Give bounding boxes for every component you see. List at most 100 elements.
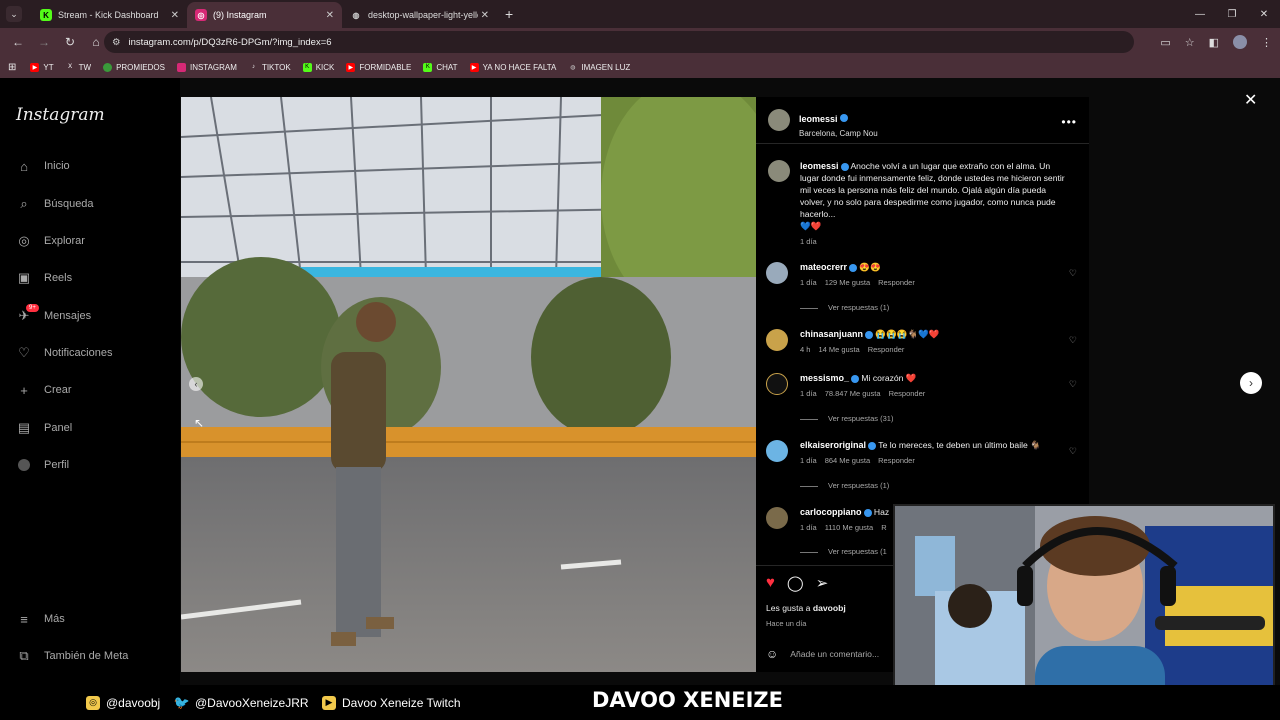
view-replies-button[interactable]: Ver respuestas (1) — [800, 481, 889, 490]
comment-avatar[interactable] — [766, 507, 788, 529]
like-comment-icon[interactable]: ♡ — [1069, 379, 1077, 390]
close-tab-icon[interactable]: ✕ — [171, 10, 179, 21]
add-comment-input[interactable]: ☺ Añade un comentario... — [766, 647, 879, 661]
comment-icon[interactable]: ◯ — [787, 574, 804, 592]
instagram-logo[interactable]: Instagram — [16, 105, 105, 125]
bookmark-star-icon[interactable]: ☆ — [1185, 36, 1195, 49]
reels-icon: ▣ — [17, 270, 31, 285]
comment-likes[interactable]: 78.847 Me gusta — [825, 389, 881, 398]
liked-by[interactable]: Les gusta a davoobj — [766, 603, 846, 613]
sidebar-item-meta[interactable]: ⧉ También de Meta — [16, 648, 128, 664]
view-replies-button[interactable]: Ver respuestas (31) — [800, 414, 893, 423]
comment-avatar[interactable] — [766, 262, 788, 284]
search-icon: ⌕ — [20, 196, 28, 211]
comment-username[interactable]: chinasanjuann — [800, 329, 863, 339]
url-input[interactable]: ⚙ instagram.com/p/DQ3zR6-DPGm/?img_index… — [104, 31, 1134, 53]
post-location[interactable]: Barcelona, Camp Nou — [799, 129, 878, 138]
post-photo[interactable] — [181, 97, 756, 672]
bookmark-instagram[interactable]: INSTAGRAM — [176, 62, 237, 72]
liked-heart-icon[interactable]: ♥ — [766, 574, 775, 592]
reload-icon[interactable]: ↻ — [58, 35, 82, 49]
sidebar-item-reels[interactable]: ▣ Reels — [16, 270, 72, 286]
view-replies-button[interactable]: Ver respuestas (1 — [800, 547, 887, 556]
caption-avatar[interactable] — [768, 160, 790, 182]
promiedos-icon — [103, 62, 113, 72]
comment-likes[interactable]: 1110 Me gusta — [825, 523, 874, 532]
restore-icon[interactable]: ❐ — [1216, 0, 1248, 28]
sidebar-item-explorar[interactable]: ◎ Explorar — [16, 233, 85, 249]
instagram-icon — [176, 62, 186, 72]
sidebar-item-panel[interactable]: ▤ Panel — [16, 420, 72, 436]
posted-time: Hace un día — [766, 619, 807, 628]
comment-username[interactable]: carlocoppiano — [800, 507, 862, 517]
sidebar-item-perfil[interactable]: Perfil — [16, 457, 69, 473]
author-avatar[interactable] — [768, 109, 790, 131]
comment-username[interactable]: elkaiseroriginal — [800, 440, 866, 450]
reply-button[interactable]: R — [881, 523, 886, 532]
caption-text: Anoche volví a un lugar que extraño con … — [800, 161, 1065, 219]
forward-icon[interactable]: → — [32, 35, 56, 49]
sidebar-item-inicio[interactable]: ⌂ Inicio — [16, 158, 70, 174]
site-info-icon[interactable]: ⚙ — [112, 37, 121, 48]
menu-kebab-icon[interactable]: ⋮ — [1261, 36, 1272, 49]
reply-button[interactable]: Responder — [889, 389, 926, 398]
bookmark-yt[interactable]: ▶ YT — [30, 62, 54, 72]
apps-grid-icon[interactable]: ⊞ — [8, 62, 16, 73]
stream-brand-title: DAVOO XENEIZE — [592, 688, 783, 712]
bookmark-tiktok[interactable]: ♪ TIKTOK — [249, 63, 291, 72]
comment-avatar[interactable] — [766, 329, 788, 351]
comment-text: 😭😭😭🐐💙❤️ — [875, 329, 940, 339]
emoji-icon[interactable]: ☺ — [766, 647, 778, 661]
tab-kick-dashboard[interactable]: K Stream - Kick Dashboard ✕ — [32, 2, 187, 28]
comment-likes[interactable]: 14 Me gusta — [818, 345, 859, 354]
bookmark-formidable[interactable]: ▶ FORMIDABLE — [346, 62, 411, 72]
like-comment-icon[interactable]: ♡ — [1069, 268, 1077, 279]
comment-avatar[interactable] — [766, 373, 788, 395]
profile-avatar[interactable] — [1233, 35, 1247, 49]
extensions-icon[interactable]: ◧ — [1209, 36, 1219, 49]
view-replies-button[interactable]: Ver respuestas (1) — [800, 303, 889, 312]
sidebar-item-notificaciones[interactable]: ♡ Notificaciones — [16, 345, 112, 361]
tab-search-button[interactable]: ⌄ — [6, 6, 22, 22]
comment-username[interactable]: messismo_ — [800, 373, 849, 383]
bookmark-imagen-luz[interactable]: ◍ IMAGEN LUZ — [568, 63, 630, 72]
like-comment-icon[interactable]: ♡ — [1069, 335, 1077, 346]
sidebar-item-crear[interactable]: + Crear — [16, 382, 71, 398]
back-icon[interactable]: ← — [6, 35, 30, 49]
tab-wallpaper[interactable]: ◍ desktop-wallpaper-light-yellow ✕ — [342, 2, 497, 28]
verified-icon — [839, 113, 848, 122]
bookmark-ya-no-hace-falta[interactable]: ▶ YA NO HACE FALTA — [469, 62, 556, 72]
close-tab-icon[interactable]: ✕ — [481, 10, 489, 21]
like-comment-icon[interactable]: ♡ — [1069, 446, 1077, 457]
comment-time: 1 día — [800, 278, 817, 287]
author-username[interactable]: leomessi — [799, 114, 838, 124]
youtube-icon: ▶ — [322, 695, 336, 710]
tab-instagram[interactable]: ◎ (9) Instagram ✕ — [187, 2, 342, 28]
comment-avatar[interactable] — [766, 440, 788, 462]
bookmark-kick[interactable]: K KICK — [302, 62, 334, 72]
caption-username[interactable]: leomessi — [800, 161, 839, 171]
reply-button[interactable]: Responder — [868, 345, 905, 354]
comment-username[interactable]: mateocrerr — [800, 262, 847, 272]
post-header: leomessi Barcelona, Camp Nou — [799, 109, 878, 138]
new-tab-button[interactable]: + — [505, 6, 513, 22]
share-icon[interactable]: ➢ — [816, 574, 829, 592]
carousel-next-button[interactable]: › — [1240, 372, 1262, 394]
sidebar-item-busqueda[interactable]: ⌕ Búsqueda — [16, 196, 93, 212]
carousel-prev-button[interactable]: ‹ — [189, 377, 203, 391]
reply-button[interactable]: Responder — [878, 278, 915, 287]
close-modal-icon[interactable]: ✕ — [1244, 90, 1257, 110]
bookmark-promiedos[interactable]: PROMIEDOS — [103, 62, 165, 72]
close-window-icon[interactable]: ✕ — [1248, 0, 1280, 28]
minimize-icon[interactable]: — — [1184, 0, 1216, 28]
cast-icon[interactable]: ▭ — [1160, 36, 1170, 49]
sidebar-item-mensajes[interactable]: ✈ 9+ Mensajes — [16, 304, 91, 324]
comment-likes[interactable]: 129 Me gusta — [825, 278, 870, 287]
close-tab-icon[interactable]: ✕ — [326, 10, 334, 21]
bookmark-tw[interactable]: X TW — [66, 63, 91, 72]
more-options-icon[interactable]: ••• — [1061, 115, 1077, 129]
comment-likes[interactable]: 864 Me gusta — [825, 456, 870, 465]
sidebar-item-mas[interactable]: ≡ Más — [16, 611, 65, 627]
reply-button[interactable]: Responder — [878, 456, 915, 465]
bookmark-chat[interactable]: K CHAT — [423, 62, 458, 72]
